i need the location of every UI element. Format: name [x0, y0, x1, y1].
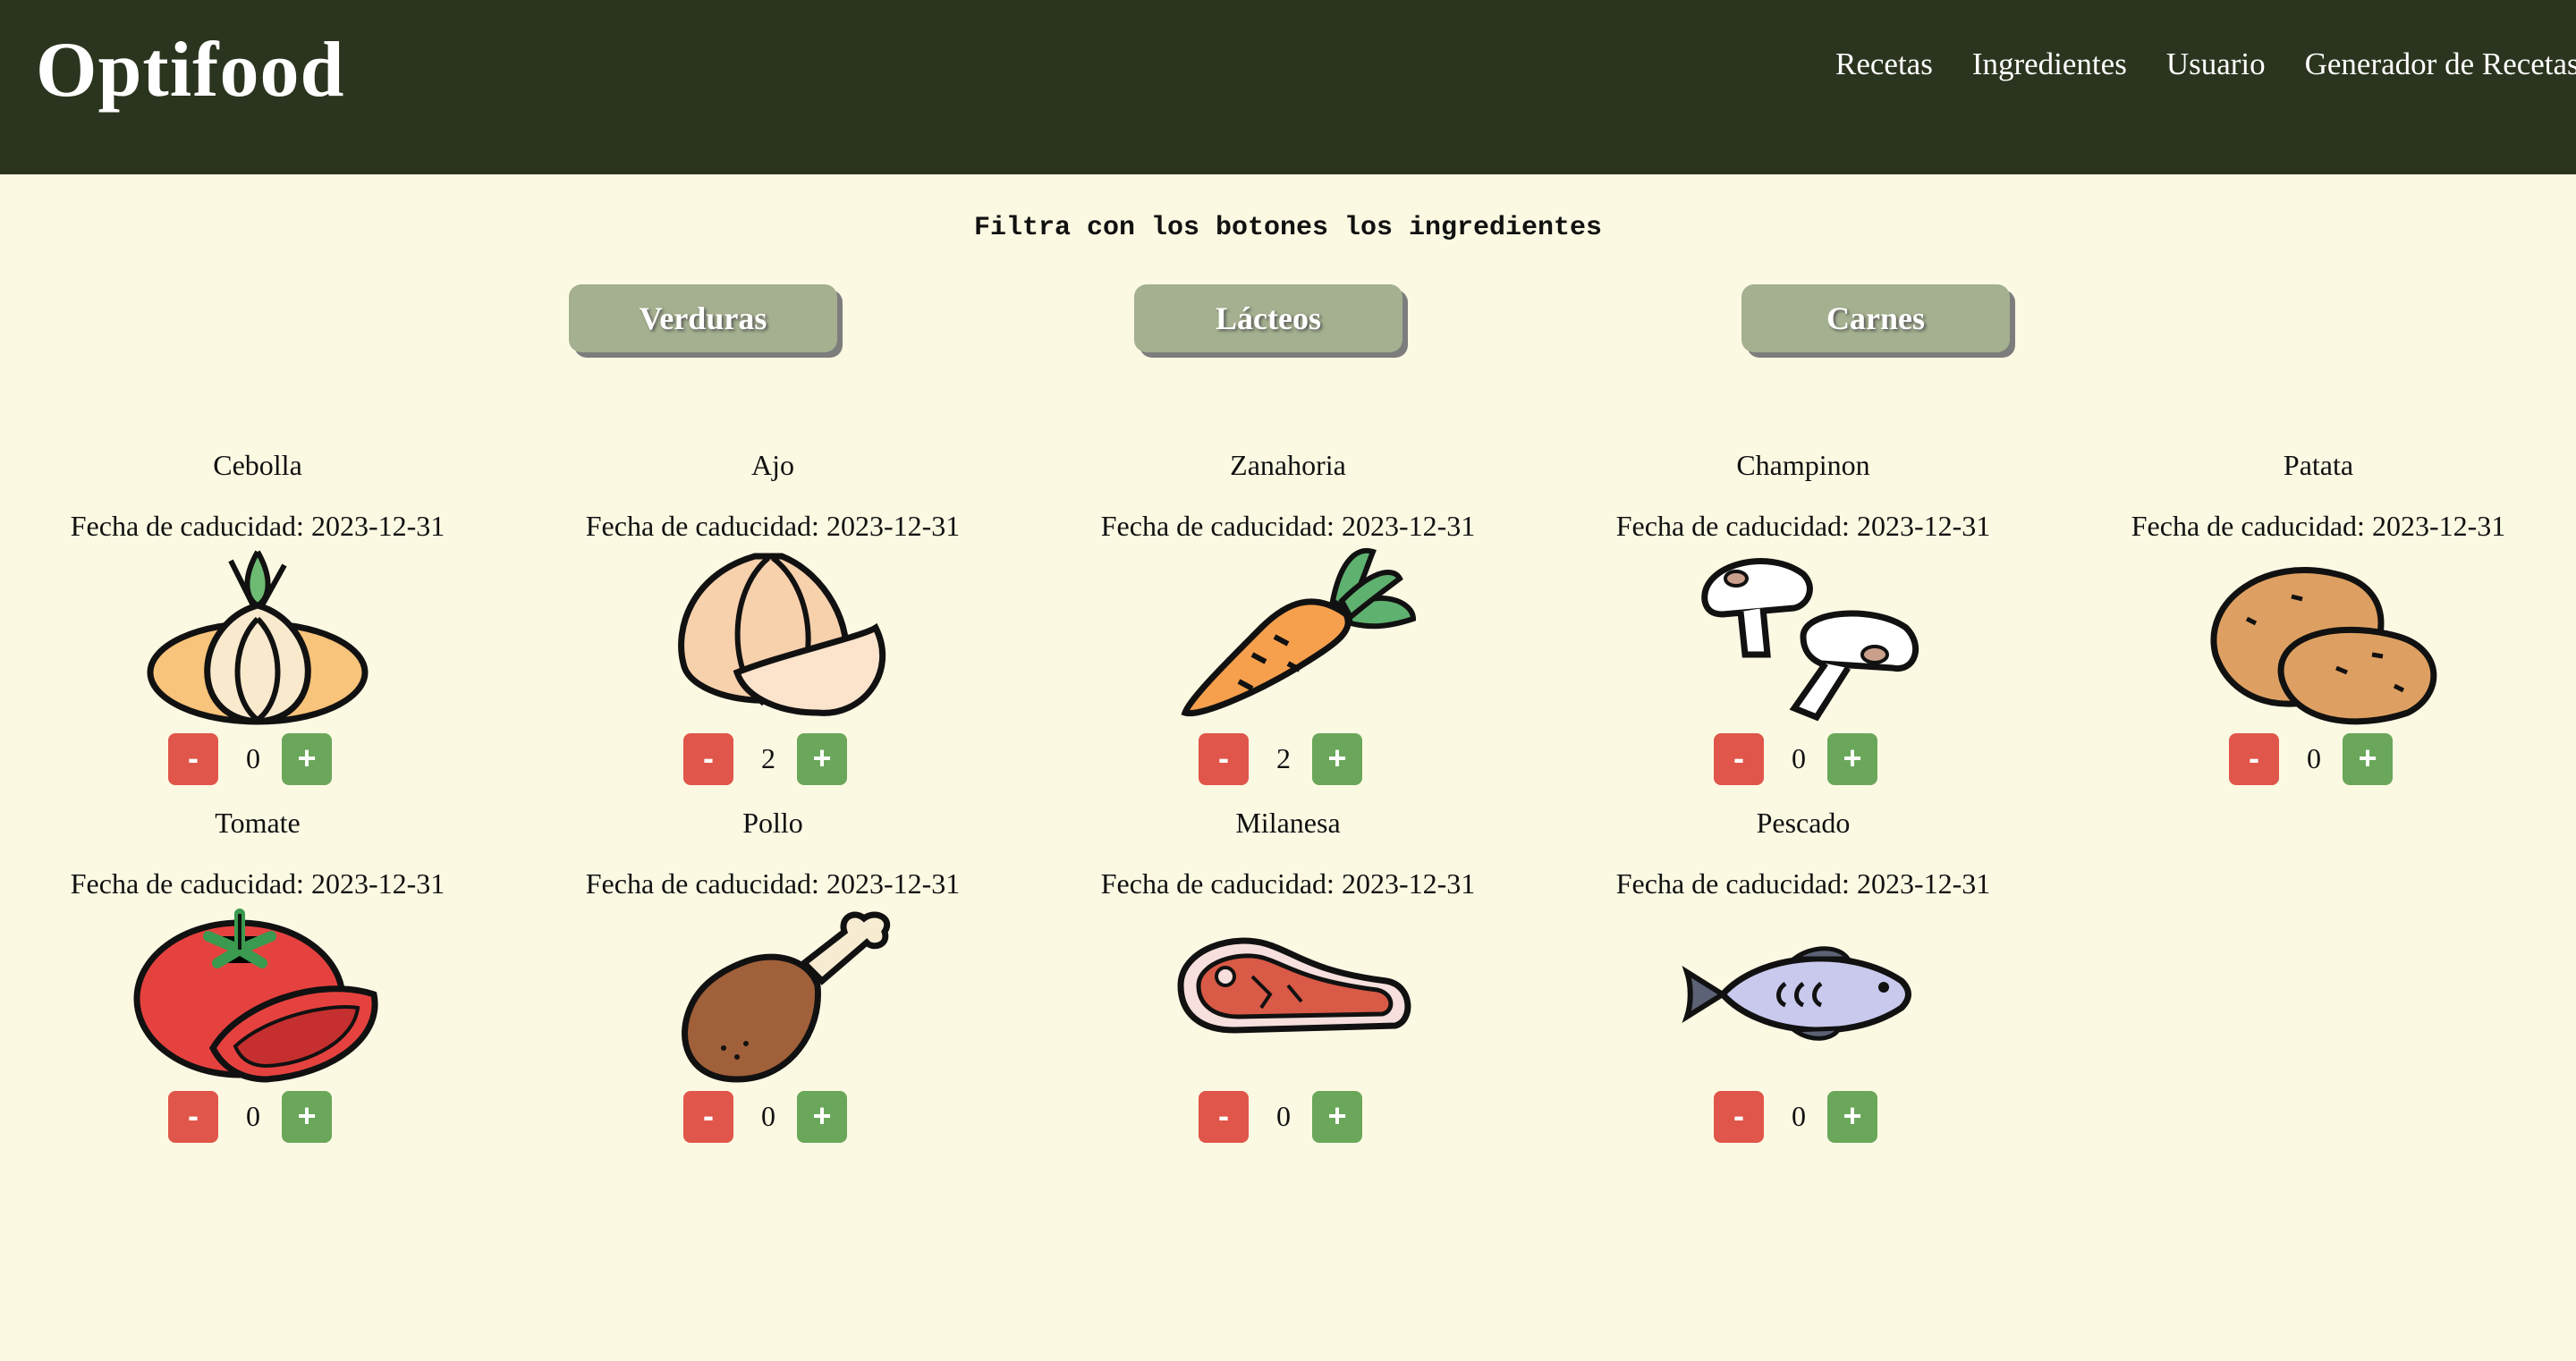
increase-button[interactable]: +: [1312, 733, 1362, 785]
tomato-icon: [133, 909, 378, 1083]
quantity-controls: - 0 +: [1553, 1091, 2054, 1145]
decrease-button[interactable]: -: [2229, 733, 2279, 785]
nav-ingredientes[interactable]: Ingredientes: [1972, 46, 2127, 81]
mushroom-icon: [1701, 558, 1919, 722]
decrease-button[interactable]: -: [1199, 733, 1249, 785]
ingredient-name: Tomate: [215, 807, 301, 839]
ingredient-name: Patata: [2283, 449, 2354, 481]
quantity-value: 0: [1276, 1100, 1291, 1132]
chicken-leg-icon: [682, 911, 890, 1083]
quantity-controls: - 0 +: [7, 733, 508, 787]
quantity-value: 0: [2307, 742, 2321, 774]
quantity-value: 0: [1792, 742, 1806, 774]
increase-button[interactable]: +: [1312, 1091, 1362, 1143]
ingredient-name: Zanahoria: [1230, 449, 1346, 481]
garlic-icon: [678, 553, 886, 716]
nav-generador-recetas[interactable]: Generador de Recetas: [2305, 46, 2576, 81]
filter-instruction: Filtra con los botones los ingredientes: [973, 213, 1603, 243]
quantity-controls: - 0 +: [2068, 733, 2569, 787]
main-nav: Recetas Ingredientes Usuario Generador de R…: [1835, 46, 2576, 82]
ingredient-name: Milanesa: [1235, 807, 1341, 839]
quantity-value: 2: [1276, 742, 1291, 774]
ingredient-name: Cebolla: [213, 449, 302, 481]
quantity-value: 0: [246, 742, 260, 774]
quantity-value: 0: [1792, 1100, 1806, 1132]
top-header: Optifood Recetas Ingredientes Usuario Gener…: [0, 0, 2576, 174]
increase-button[interactable]: +: [1827, 733, 1877, 785]
brand-logo[interactable]: Optifood: [36, 25, 344, 115]
carrot-icon: [1181, 547, 1417, 717]
quantity-controls: - 0 +: [522, 1091, 1023, 1145]
ingredient-name: Ajo: [751, 449, 794, 481]
ingredient-name: Champinon: [1736, 449, 1870, 481]
quantity-value: 0: [246, 1100, 260, 1132]
steak-icon: [1177, 937, 1411, 1034]
increase-button[interactable]: +: [1827, 1091, 1877, 1143]
increase-button[interactable]: +: [2343, 733, 2393, 785]
quantity-controls: - 0 +: [1553, 733, 2054, 787]
quantity-value: 0: [761, 1100, 775, 1132]
increase-button[interactable]: +: [282, 733, 332, 785]
decrease-button[interactable]: -: [1714, 1091, 1764, 1143]
ingredient-name: Pollo: [742, 807, 803, 839]
quantity-controls: - 0 +: [7, 1091, 508, 1145]
ingredient-name: Pescado: [1756, 807, 1851, 839]
decrease-button[interactable]: -: [1199, 1091, 1249, 1143]
decrease-button[interactable]: -: [683, 1091, 733, 1143]
potato-icon: [2210, 567, 2437, 725]
quantity-controls: - 0 +: [1038, 1091, 1538, 1145]
quantity-controls: - 2 +: [522, 733, 1023, 787]
quantity-value: 2: [761, 742, 775, 774]
filter-verduras-button[interactable]: Verduras: [569, 284, 837, 352]
filter-lacteos-button[interactable]: Lácteos: [1134, 284, 1402, 352]
filter-carnes-button[interactable]: Carnes: [1741, 284, 2010, 352]
decrease-button[interactable]: -: [1714, 733, 1764, 785]
decrease-button[interactable]: -: [168, 1091, 218, 1143]
decrease-button[interactable]: -: [168, 733, 218, 785]
quantity-controls: - 2 +: [1038, 733, 1538, 787]
nav-usuario[interactable]: Usuario: [2166, 46, 2266, 81]
onion-icon: [147, 550, 369, 725]
increase-button[interactable]: +: [282, 1091, 332, 1143]
fish-icon: [1682, 946, 1911, 1041]
increase-button[interactable]: +: [797, 733, 847, 785]
nav-recetas[interactable]: Recetas: [1835, 46, 1933, 81]
decrease-button[interactable]: -: [683, 733, 733, 785]
increase-button[interactable]: +: [797, 1091, 847, 1143]
